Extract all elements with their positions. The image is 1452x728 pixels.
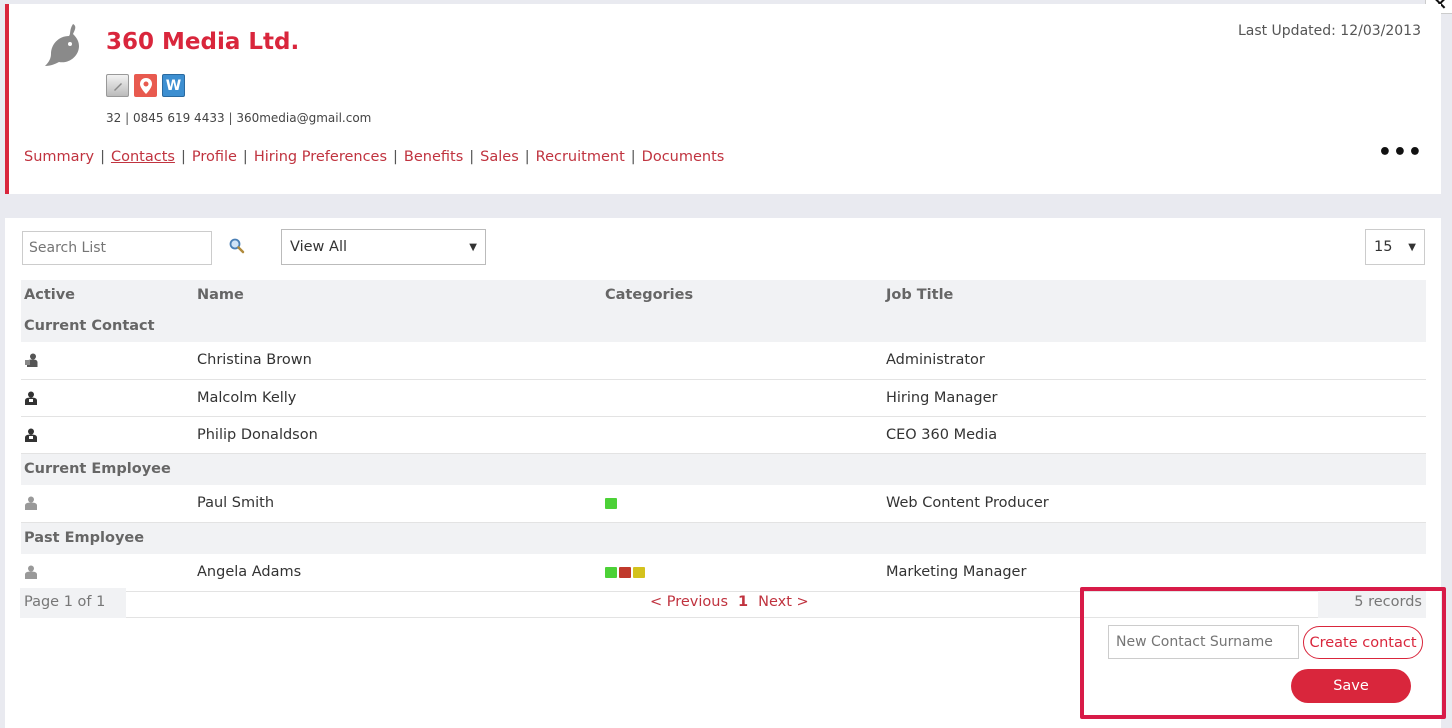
company-header: 360 Media Ltd. Last Updated: 12/03/2013 … xyxy=(5,4,1441,194)
pager: < Previous 1 Next > xyxy=(650,594,809,610)
category-color-swatch xyxy=(633,566,645,578)
contacts-table: Active Name Categories Job Title Current… xyxy=(21,280,1426,592)
contact-line: 32 | 0845 619 4433 | 360media@gmail.com xyxy=(106,111,371,125)
contact-person-icon xyxy=(25,353,38,368)
person-icon xyxy=(25,565,37,580)
column-header-active[interactable]: Active xyxy=(21,280,194,310)
contact-categories xyxy=(602,342,883,380)
page-info: Page 1 of 1 xyxy=(20,588,126,618)
table-row[interactable]: Paul Smith Web Content Producer xyxy=(21,485,1426,523)
separator: | xyxy=(180,149,186,165)
table-row[interactable]: Malcolm Kelly Hiring Manager xyxy=(21,379,1426,417)
contact-job-title: Administrator xyxy=(883,342,1426,380)
category-color-swatch xyxy=(605,497,617,509)
contact-name[interactable]: Angela Adams xyxy=(194,554,602,592)
new-contact-surname-input[interactable] xyxy=(1108,625,1299,659)
contact-person-icon xyxy=(25,391,37,405)
separator: | xyxy=(125,111,130,125)
separator: | xyxy=(469,149,475,165)
tab-contacts[interactable]: Contacts xyxy=(111,149,175,165)
social-icons: W xyxy=(106,74,185,97)
group-row-current-contact: Current Contact xyxy=(21,310,1426,342)
table-row[interactable]: Christina Brown Administrator xyxy=(21,342,1426,380)
group-label: Current Contact xyxy=(21,310,1426,342)
company-name: 360 Media Ltd. xyxy=(106,29,300,55)
current-page[interactable]: 1 xyxy=(738,594,748,610)
map-pin-icon[interactable] xyxy=(134,74,157,97)
email-address: 360media@gmail.com xyxy=(236,111,372,125)
view-filter-value: View All xyxy=(290,239,347,255)
column-header-job-title[interactable]: Job Title xyxy=(883,280,1426,310)
contact-name[interactable]: Christina Brown xyxy=(194,342,602,380)
w-icon[interactable]: W xyxy=(162,74,185,97)
contact-job-title: Marketing Manager xyxy=(883,554,1426,592)
previous-page-link[interactable]: < Previous xyxy=(650,594,728,610)
tab-summary[interactable]: Summary xyxy=(24,149,94,165)
contact-person-icon xyxy=(25,428,37,442)
chevron-down-icon: ▼ xyxy=(1408,241,1416,253)
more-options-button[interactable]: ••• xyxy=(1378,140,1423,165)
category-color-swatch xyxy=(619,566,631,578)
contact-number: 32 xyxy=(106,111,122,125)
fish-logo-icon xyxy=(45,24,79,66)
tab-recruitment[interactable]: Recruitment xyxy=(536,149,625,165)
search-icon[interactable] xyxy=(228,237,246,255)
document-icon[interactable] xyxy=(106,74,129,97)
separator: | xyxy=(524,149,530,165)
group-row-past-employee: Past Employee xyxy=(21,522,1426,554)
person-icon xyxy=(25,496,37,511)
contact-job-title: Web Content Producer xyxy=(883,485,1426,523)
tab-benefits[interactable]: Benefits xyxy=(404,149,463,165)
contact-name[interactable]: Philip Donaldson xyxy=(194,416,602,454)
contact-categories xyxy=(602,485,883,523)
group-label: Past Employee xyxy=(21,522,1426,554)
contact-job-title: CEO 360 Media xyxy=(883,416,1426,454)
last-updated: Last Updated: 12/03/2013 xyxy=(1237,23,1421,39)
separator: | xyxy=(242,149,248,165)
phone-number: 0845 619 4433 xyxy=(132,111,225,125)
separator: | xyxy=(100,149,105,165)
contact-categories xyxy=(602,554,883,592)
search-input[interactable] xyxy=(22,231,212,265)
next-page-link[interactable]: Next > xyxy=(758,594,809,610)
company-nav: Summary | Contacts | Profile | Hiring Pr… xyxy=(24,149,724,165)
separator: | xyxy=(393,149,398,165)
tab-profile[interactable]: Profile xyxy=(192,149,237,165)
contact-name[interactable]: Malcolm Kelly xyxy=(194,379,602,417)
table-row[interactable]: Angela Adams Marketing Manager xyxy=(21,554,1426,592)
table-row[interactable]: Philip Donaldson CEO 360 Media xyxy=(21,416,1426,454)
contact-job-title: Hiring Manager xyxy=(883,379,1426,417)
chevron-down-icon: ▼ xyxy=(469,241,477,253)
view-filter-select[interactable]: View All ▼ xyxy=(281,229,486,265)
separator: | xyxy=(228,111,233,125)
contact-categories xyxy=(602,379,883,417)
tab-sales[interactable]: Sales xyxy=(480,149,519,165)
column-header-name[interactable]: Name xyxy=(194,280,602,310)
tab-hiring-preferences[interactable]: Hiring Preferences xyxy=(254,149,387,165)
page-size-value: 15 xyxy=(1374,239,1393,255)
contact-categories xyxy=(602,416,883,454)
table-header-row: Active Name Categories Job Title xyxy=(21,280,1426,310)
tab-documents[interactable]: Documents xyxy=(642,149,725,165)
contact-name[interactable]: Paul Smith xyxy=(194,485,602,523)
group-label: Current Employee xyxy=(21,453,1426,485)
save-button[interactable]: Save xyxy=(1291,669,1411,703)
separator: | xyxy=(630,149,636,165)
group-row-current-employee: Current Employee xyxy=(21,453,1426,485)
column-header-categories[interactable]: Categories xyxy=(602,280,883,310)
page-size-select[interactable]: 15 ▼ xyxy=(1365,229,1425,265)
create-contact-button[interactable]: Create contact xyxy=(1303,626,1423,659)
category-color-swatch xyxy=(605,566,617,578)
